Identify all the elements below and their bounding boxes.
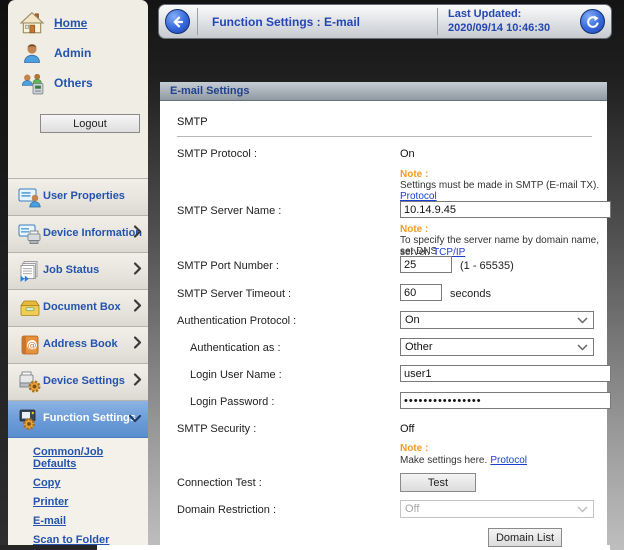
- smtp-security-label: SMTP Security :: [177, 423, 256, 435]
- sidebar-item-function-settings[interactable]: Function Settings: [8, 401, 148, 438]
- domain-list-button[interactable]: Domain List: [488, 528, 562, 547]
- sidebar-subitem-printer[interactable]: Printer: [33, 496, 148, 508]
- select-chevron-icon: [577, 344, 588, 351]
- auth-protocol-select[interactable]: On: [400, 311, 594, 329]
- content-header-title: E-mail Settings: [160, 82, 607, 101]
- address-book-icon: @: [17, 333, 42, 357]
- home-icon: [18, 10, 46, 36]
- login-user-label: Login User Name :: [190, 369, 282, 381]
- sidebar-menu: User Properties Device Information: [8, 178, 148, 438]
- smtp-port-input[interactable]: [400, 256, 452, 273]
- select-chevron-icon: [577, 506, 588, 513]
- sidebar-device-information-label: Device Information: [43, 228, 142, 240]
- login-password-input[interactable]: [400, 392, 611, 409]
- chevron-right-icon: [133, 373, 142, 392]
- smtp-server-name-label: SMTP Server Name :: [177, 205, 281, 217]
- smtp-protocol-label: SMTP Protocol :: [177, 148, 257, 160]
- sidebar-item-address-book[interactable]: @ Address Book: [8, 327, 148, 364]
- refresh-icon: [585, 14, 601, 30]
- sidebar-submenu: Common/Job Defaults Copy Printer E-mail …: [8, 438, 148, 545]
- sidebar-job-status-label: Job Status: [43, 265, 99, 277]
- device-information-icon: [17, 222, 42, 246]
- refresh-button[interactable]: [580, 9, 605, 34]
- last-updated-value: 2020/09/14 10:46:30: [448, 22, 578, 36]
- protocol-link[interactable]: Protocol: [490, 455, 527, 466]
- smtp-server-name-input[interactable]: [400, 201, 611, 218]
- sidebar-admin-label: Admin: [54, 46, 91, 60]
- sidebar-account-section: Home Admin: [8, 0, 148, 178]
- note-text-line: Make settings here. Protocol: [400, 454, 527, 466]
- sidebar-function-settings-label: Function Settings: [43, 413, 136, 425]
- logout-button[interactable]: Logout: [40, 114, 140, 133]
- smtp-protocol-value: On: [400, 148, 415, 160]
- auth-as-label: Authentication as :: [190, 342, 281, 354]
- sidebar-others-label: Others: [54, 76, 93, 90]
- domain-restriction-select[interactable]: Off: [400, 500, 594, 518]
- user-properties-icon: [17, 185, 42, 209]
- select-chevron-icon: [577, 317, 588, 324]
- smtp-timeout-input[interactable]: [400, 284, 442, 301]
- section-divider: [177, 136, 592, 137]
- back-arrow-icon: [170, 14, 186, 30]
- sidebar-subitem-email[interactable]: E-mail: [33, 515, 148, 527]
- sidebar-item-admin[interactable]: Admin: [8, 38, 148, 68]
- function-settings-icon: [17, 407, 42, 431]
- note-title: Note :: [400, 169, 428, 180]
- admin-icon: [18, 40, 46, 66]
- sidebar-subitem-copy[interactable]: Copy: [33, 477, 148, 489]
- sidebar-item-job-status[interactable]: Job Status: [8, 253, 148, 290]
- sidebar-home-label: Home: [54, 16, 87, 30]
- login-user-input[interactable]: [400, 365, 611, 382]
- sidebar-document-box-label: Document Box: [43, 302, 121, 314]
- smtp-security-value: Off: [400, 423, 414, 435]
- smtp-timeout-label: SMTP Server Timeout :: [177, 288, 291, 300]
- sidebar-item-home[interactable]: Home: [8, 8, 148, 38]
- note-text: Settings must be made in SMTP (E-mail TX…: [400, 180, 599, 191]
- connection-test-label: Connection Test :: [177, 477, 262, 489]
- page-title: Function Settings : E-mail: [198, 15, 430, 29]
- back-button[interactable]: [165, 9, 190, 34]
- domain-restriction-label: Domain Restriction :: [177, 504, 276, 516]
- sidebar-subitem-common-job-defaults[interactable]: Common/Job Defaults: [33, 446, 148, 470]
- bottom-dark-strip: [0, 545, 97, 550]
- note-title: Note :: [400, 443, 428, 454]
- chevron-right-icon: [133, 299, 142, 318]
- chevron-right-icon: [133, 225, 142, 244]
- smtp-port-label: SMTP Port Number :: [177, 260, 279, 272]
- others-icon: [18, 70, 46, 96]
- sidebar-item-device-settings[interactable]: Device Settings: [8, 364, 148, 401]
- content-panel: E-mail Settings SMTP SMTP Protocol : On …: [160, 82, 607, 550]
- login-password-label: Login Password :: [190, 396, 274, 408]
- chevron-down-icon: [128, 410, 142, 428]
- sidebar-device-settings-label: Device Settings: [43, 376, 125, 388]
- document-box-icon: [17, 296, 42, 320]
- test-button[interactable]: Test: [400, 473, 476, 492]
- top-toolbar: Function Settings : E-mail Last Updated:…: [158, 4, 612, 39]
- chevron-right-icon: [133, 262, 142, 281]
- smtp-timeout-unit: seconds: [450, 288, 491, 300]
- auth-protocol-label: Authentication Protocol :: [177, 315, 296, 327]
- last-updated: Last Updated: 2020/09/14 10:46:30: [438, 8, 578, 36]
- sidebar-item-user-properties[interactable]: User Properties: [8, 179, 148, 216]
- svg-text:@: @: [27, 341, 36, 351]
- sidebar-item-others[interactable]: Others: [8, 68, 148, 98]
- job-status-icon: [17, 259, 42, 283]
- auth-as-select[interactable]: Other: [400, 338, 594, 356]
- sidebar-item-document-box[interactable]: Document Box: [8, 290, 148, 327]
- sidebar-item-device-information[interactable]: Device Information: [8, 216, 148, 253]
- note-title: Note :: [400, 224, 428, 235]
- left-edge-strip: [0, 0, 8, 550]
- last-updated-label: Last Updated:: [448, 8, 578, 22]
- sidebar-subitem-scan-to-folder[interactable]: Scan to Folder: [33, 534, 148, 545]
- section-title-smtp: SMTP: [177, 116, 208, 128]
- sidebar-user-properties-label: User Properties: [43, 191, 125, 203]
- smtp-port-hint: (1 - 65535): [460, 260, 514, 272]
- sidebar-address-book-label: Address Book: [43, 339, 118, 351]
- chevron-right-icon: [133, 336, 142, 355]
- device-settings-icon: [17, 370, 42, 394]
- sidebar: Home Admin: [8, 0, 148, 545]
